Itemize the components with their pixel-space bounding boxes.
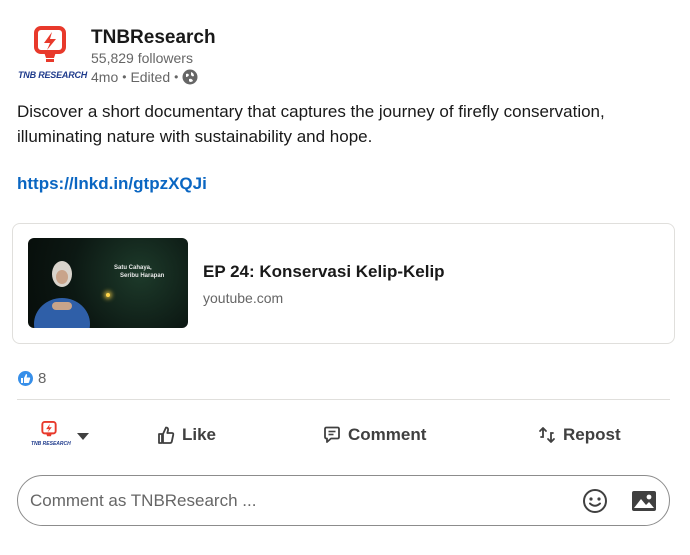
post-text: Discover a short documentary that captur… bbox=[17, 102, 605, 146]
article-source: youtube.com bbox=[203, 290, 284, 306]
edited-label: Edited bbox=[130, 69, 171, 85]
image-icon[interactable] bbox=[631, 489, 657, 513]
divider bbox=[17, 399, 670, 400]
actor-switcher[interactable]: TNB RESEARCH bbox=[31, 421, 89, 451]
repost-button[interactable]: Repost bbox=[537, 421, 621, 449]
globe-icon bbox=[182, 69, 198, 85]
reaction-count: 8 bbox=[38, 370, 47, 387]
article-card[interactable]: Satu Cahaya, Seribu Harapan EP 24: Konse… bbox=[12, 223, 675, 344]
comment-input[interactable] bbox=[30, 488, 570, 514]
emoji-icon[interactable] bbox=[582, 488, 608, 514]
thumbnail-caption-1: Satu Cahaya, bbox=[114, 265, 152, 271]
comment-box bbox=[17, 475, 670, 526]
repost-label: Repost bbox=[563, 425, 621, 444]
presenter-image bbox=[34, 261, 90, 328]
post-link[interactable]: https://lnkd.in/gtpzXQJi bbox=[17, 174, 207, 194]
repost-icon bbox=[539, 427, 555, 443]
like-icon bbox=[17, 370, 34, 387]
logo-text: TNB RESEARCH bbox=[18, 70, 88, 80]
action-bar: TNB RESEARCH Like Comment Repost bbox=[17, 415, 670, 455]
like-button[interactable]: Like bbox=[156, 421, 216, 449]
tnb-logo-icon bbox=[41, 421, 57, 437]
separator-dot: • bbox=[122, 70, 127, 84]
tnb-logo-icon bbox=[34, 26, 66, 62]
comment-icon bbox=[324, 426, 340, 443]
thumbnail-caption-2: Seribu Harapan bbox=[120, 273, 165, 279]
thumbs-up-icon bbox=[158, 426, 175, 444]
video-thumbnail[interactable]: Satu Cahaya, Seribu Harapan bbox=[28, 238, 188, 328]
separator-dot: • bbox=[174, 70, 179, 84]
comment-label: Comment bbox=[348, 425, 427, 444]
company-logo[interactable]: TNB RESEARCH bbox=[16, 26, 87, 86]
mini-logo-text: TNB RESEARCH bbox=[31, 441, 71, 447]
firefly-glow bbox=[106, 293, 110, 297]
author-name[interactable]: TNBResearch bbox=[91, 27, 216, 49]
article-title[interactable]: EP 24: Konservasi Kelip-Kelip bbox=[203, 262, 445, 282]
actor-avatar: TNB RESEARCH bbox=[31, 421, 71, 451]
post-meta: 4mo • Edited • bbox=[91, 69, 198, 85]
author-followers: 55,829 followers bbox=[91, 50, 193, 66]
caret-down-icon bbox=[77, 432, 89, 440]
comment-button[interactable]: Comment bbox=[322, 421, 426, 449]
post-header: TNB RESEARCH TNBResearch 55,829 follower… bbox=[16, 26, 676, 92]
reactions-summary[interactable]: 8 bbox=[17, 370, 46, 387]
post-age: 4mo bbox=[91, 69, 119, 85]
like-label: Like bbox=[182, 425, 217, 444]
